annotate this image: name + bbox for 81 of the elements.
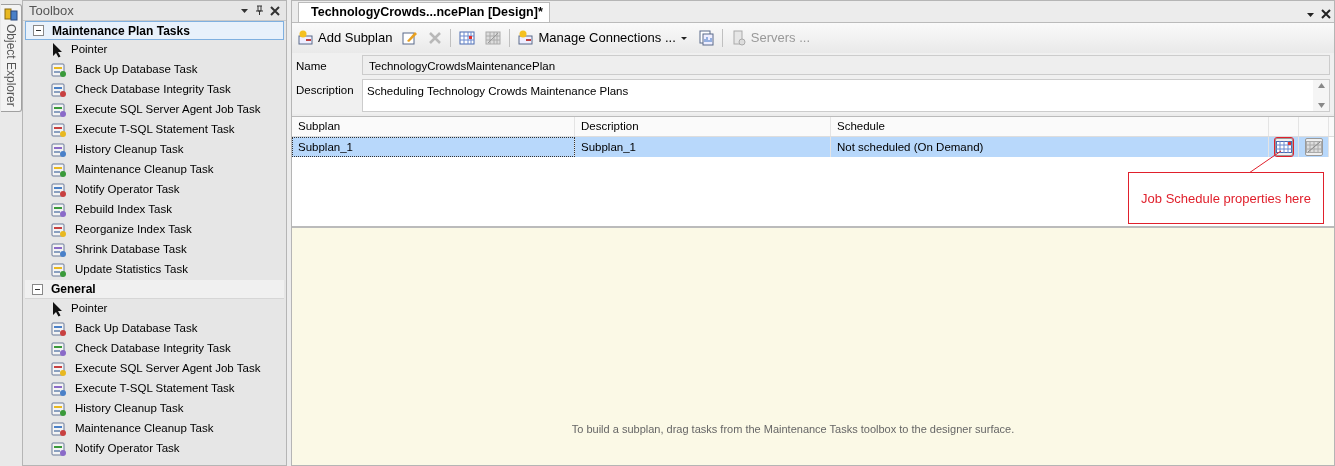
toolbox-group-header[interactable]: Maintenance Plan Tasks — [25, 21, 284, 40]
connection-icon — [518, 30, 535, 46]
toolbox-item[interactable]: Update Statistics Task — [23, 260, 286, 280]
report-icon — [697, 30, 714, 46]
task-icon — [51, 401, 67, 417]
task-icon — [51, 222, 67, 238]
toolbox-item[interactable]: Pointer — [23, 299, 286, 319]
toolbox-item[interactable]: Back Up Database Task — [23, 60, 286, 80]
scroll-up-icon — [1317, 83, 1325, 89]
collapse-icon — [33, 25, 44, 36]
task-icon — [51, 242, 67, 258]
task-icon — [51, 142, 67, 158]
task-icon — [51, 62, 67, 78]
collapse-icon — [32, 283, 43, 295]
toolbox-item[interactable]: Pointer — [23, 40, 286, 60]
toolbox-item[interactable]: Execute T-SQL Statement Task — [23, 379, 286, 399]
column-header: Subplan — [292, 117, 575, 137]
calendar-icon — [485, 30, 502, 46]
caret-icon — [679, 34, 688, 42]
task-icon — [51, 321, 67, 337]
delete-icon — [428, 31, 443, 45]
task-icon — [51, 361, 67, 377]
toolbox-item[interactable]: History Cleanup Task — [23, 140, 286, 160]
server-icon — [730, 30, 747, 46]
task-icon — [51, 202, 67, 218]
toolbox-item[interactable]: Execute SQL Server Agent Job Task — [23, 359, 286, 379]
toolbox-item[interactable]: Notify Operator Task — [23, 180, 286, 200]
annotation-callout: Job Schedule properties here — [1128, 172, 1324, 225]
toolbox-item[interactable]: Execute SQL Server Agent Job Task — [23, 100, 286, 120]
toolbox-item[interactable]: Rebuild Index Task — [23, 200, 286, 220]
toolbox-item[interactable]: Back Up Database Task — [23, 319, 286, 339]
dropdown-icon — [240, 6, 249, 15]
document-tab[interactable]: TechnologyCrowds...ncePlan [Design]* — [298, 2, 550, 22]
add-icon — [298, 30, 314, 46]
description-field[interactable]: Scheduling Technology Crowds Maintenance Plans — [362, 79, 1330, 113]
field-label: Name — [296, 59, 328, 74]
calendar-icon — [459, 30, 476, 46]
close-icon — [270, 5, 280, 16]
task-icon — [51, 182, 67, 198]
toolbox-item[interactable]: Check Database Integrity Task — [23, 80, 286, 100]
scroll-down-icon — [1317, 103, 1325, 109]
task-icon — [51, 381, 67, 397]
toolbox-item[interactable]: History Cleanup Task — [23, 399, 286, 419]
toolbox-item[interactable]: Maintenance Cleanup Task — [23, 160, 286, 180]
table-cell: Subplan_1 — [292, 137, 575, 158]
toolbox-title: Toolbox — [29, 1, 74, 20]
pin-icon — [255, 5, 264, 16]
schedule-button[interactable] — [1275, 138, 1293, 157]
task-icon — [51, 82, 67, 98]
toolbox-item[interactable]: Shrink Database Task — [23, 240, 286, 260]
pointer-icon — [51, 301, 63, 317]
pointer-icon — [51, 42, 63, 58]
task-icon — [51, 262, 67, 278]
task-icon — [51, 441, 67, 457]
column-header: Schedule — [831, 117, 1269, 137]
close-icon — [1321, 9, 1331, 19]
toolbox-group-header[interactable]: General — [25, 280, 284, 299]
column-header: Description — [575, 117, 831, 137]
task-icon — [51, 102, 67, 118]
calendar-icon — [1306, 141, 1322, 154]
server-icon — [3, 7, 18, 21]
toolbox-item[interactable]: Notify Operator Task — [23, 439, 286, 459]
task-icon — [51, 162, 67, 178]
field-label: Description — [296, 83, 355, 99]
toolbar-button[interactable]: Add Subplan — [296, 27, 395, 49]
designer-hint: To build a subplan, drag tasks from the Maintenance Tasks toolbox to the designer surface. — [571, 421, 1015, 437]
leader-line — [1247, 150, 1283, 175]
calendar-icon — [1276, 141, 1292, 154]
table-cell: Not scheduled (On Demand) — [831, 137, 1269, 158]
object-explorer-tab[interactable]: Object Explorer — [0, 4, 22, 112]
task-icon — [51, 122, 67, 138]
calendar-button[interactable] — [457, 29, 478, 47]
toolbox-item[interactable]: Maintenance Cleanup Task — [23, 419, 286, 439]
task-icon — [51, 421, 67, 437]
table-cell: Subplan_1 — [575, 137, 831, 158]
task-icon — [51, 341, 67, 357]
dropdown-button[interactable]: Manage Connections ... — [516, 27, 690, 49]
toolbox-item[interactable]: Execute T-SQL Statement Task — [23, 120, 286, 140]
edit-icon — [402, 30, 419, 46]
toolbox-item[interactable]: Reorganize Index Task — [23, 220, 286, 240]
toolbox-item[interactable]: Check Database Integrity Task — [23, 339, 286, 359]
